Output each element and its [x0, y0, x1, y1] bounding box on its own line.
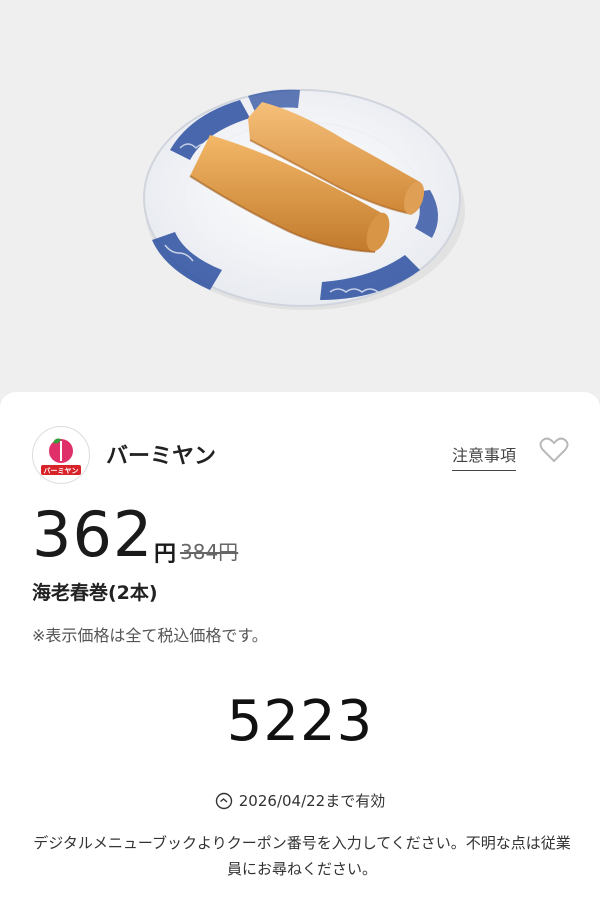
clock-icon: [215, 792, 232, 810]
original-price: 384円: [180, 540, 239, 564]
spring-roll-plate-illustration: [143, 89, 465, 310]
validity-text: 2026/04/22まで有効: [238, 792, 386, 810]
hero-image: [0, 0, 600, 420]
coupon-card: バーミヤン バーミヤン 注意事項 362 円 384円 海老春巻(2本) ※表示…: [0, 392, 600, 900]
coupon-instructions: デジタルメニューブックよりクーポン番号を入力してください。不明な点は従業員にお尋…: [33, 834, 571, 878]
tax-note: ※表示価格は全て税込価格です。: [32, 626, 268, 645]
favorite-button[interactable]: [538, 434, 570, 466]
brand-logo: バーミヤン: [32, 426, 90, 484]
svg-text:バーミヤン: バーミヤン: [44, 467, 79, 475]
validity-row: 2026/04/22まで有効: [0, 790, 600, 811]
item-name: 海老春巻(2本): [32, 582, 158, 604]
discounted-price: 362: [32, 498, 154, 571]
coupon-code: 5223: [226, 689, 374, 754]
price-unit: 円: [154, 542, 177, 567]
price-row: 362 円 384円: [32, 500, 572, 570]
brand-row: バーミヤン バーミヤン 注意事項: [32, 426, 572, 486]
heart-outline-icon: [539, 437, 569, 463]
notice-link[interactable]: 注意事項: [452, 442, 517, 471]
brand-name: バーミヤン: [106, 444, 217, 469]
peach-logo-icon: バーミヤン: [41, 438, 81, 475]
